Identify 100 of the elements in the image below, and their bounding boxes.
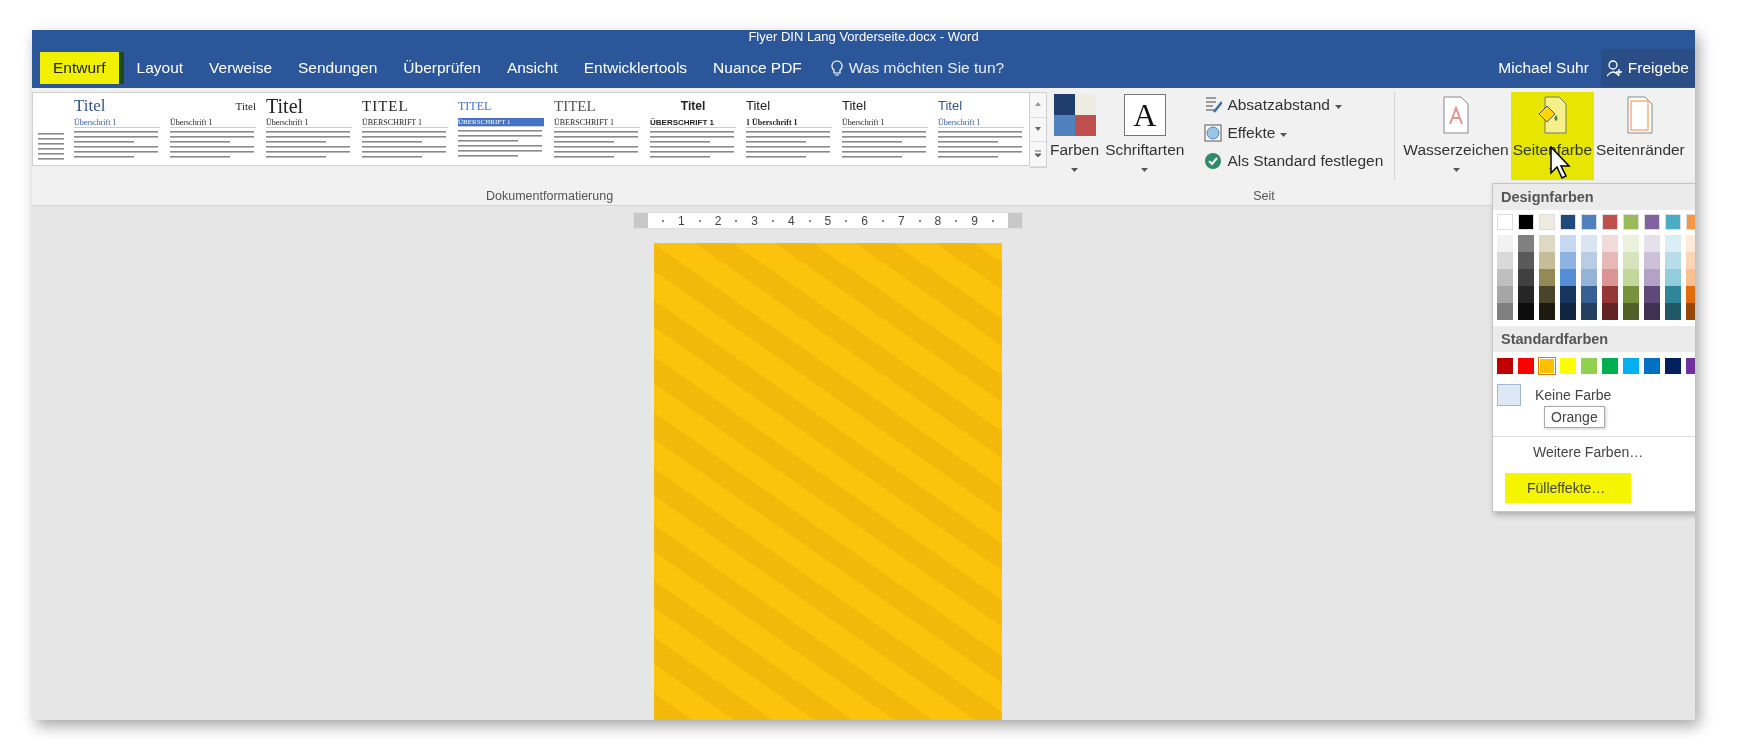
color-swatch[interactable] [1623,358,1639,374]
menu-item[interactable]: Weitere Farben… [1493,437,1648,467]
color-swatch[interactable] [1623,252,1639,269]
color-swatch[interactable] [1644,235,1660,252]
color-swatch[interactable] [1665,286,1681,303]
color-swatch[interactable] [1497,358,1513,374]
thumbnail-title: Titel [938,97,964,115]
color-swatch[interactable] [1539,286,1555,303]
color-swatch[interactable] [1665,235,1681,252]
color-swatch[interactable] [1665,269,1681,286]
color-swatch[interactable] [1581,214,1597,230]
color-swatch[interactable] [1497,303,1513,320]
ruler-number: 9 [971,213,978,228]
color-scheme-icon [1053,94,1096,136]
color-swatch[interactable] [1623,286,1639,303]
ribbon-option[interactable]: Effekte [1201,120,1387,146]
ribbon-tab[interactable]: Sendungen [285,52,391,84]
color-swatch[interactable] [1623,214,1639,230]
color-swatch[interactable] [1602,269,1618,286]
more-icon [1034,150,1042,159]
color-swatch[interactable] [1560,214,1576,230]
thumbnail-heading: Überschrift 1 [938,118,1024,128]
fonts-button[interactable]: A Schriftarten [1102,92,1188,180]
color-swatch[interactable] [1518,214,1534,230]
color-swatch[interactable] [1602,214,1618,230]
color-swatch[interactable] [1644,252,1660,269]
color-swatch[interactable] [1644,214,1660,230]
ruler[interactable]: 1 2 3 4 5 6 7 8 9 [633,212,1023,229]
color-swatch[interactable] [1518,235,1534,252]
color-swatch[interactable] [1581,235,1597,252]
ribbon-tab[interactable]: Entwurf [40,52,124,84]
color-swatch[interactable] [1539,235,1555,252]
color-swatch[interactable] [1644,286,1660,303]
color-swatch[interactable] [1665,252,1681,269]
ribbon-tab[interactable]: Ansicht [493,52,571,84]
color-swatch[interactable] [1665,358,1681,374]
color-swatch[interactable] [1497,269,1513,286]
color-swatch[interactable] [1623,235,1639,252]
thumbnail-heading: Überschrift 1 [170,118,256,128]
color-swatch[interactable] [1581,252,1597,269]
ribbon-tab[interactable]: Überprüfen [390,52,494,84]
group-label: Dokumentformatierung [486,189,614,203]
color-swatch[interactable] [1518,269,1534,286]
color-swatch[interactable] [1581,286,1597,303]
ribbon-option[interactable]: Absatzabstand [1201,92,1387,118]
color-swatch[interactable] [1560,252,1576,269]
thumbnail-heading: Überschrift 1 [266,118,352,128]
color-swatch[interactable] [1560,235,1576,252]
color-swatch[interactable] [1644,303,1660,320]
color-swatch[interactable] [1560,286,1576,303]
color-swatch[interactable] [1602,358,1618,374]
color-swatch[interactable] [1623,303,1639,320]
color-swatch[interactable] [1560,358,1576,374]
color-swatch[interactable] [1539,269,1555,286]
thumbnail-title: Titel [679,98,707,115]
menu-item[interactable]: Fülleffekte… [1505,473,1632,503]
color-swatch[interactable] [1497,235,1513,252]
user-name: Michael Suhr [1498,59,1589,77]
color-swatch[interactable] [1560,269,1576,286]
color-swatch[interactable] [1581,269,1597,286]
ribbon-option[interactable]: Als Standard festlegen [1201,148,1387,174]
color-swatch[interactable] [1497,286,1513,303]
thumbnail-title: Titel [74,97,107,115]
ribbon-tab[interactable]: Layout [123,52,197,84]
color-swatch[interactable] [1581,358,1597,374]
watermark-button[interactable]: Wasserzeichen [1401,92,1511,180]
caret-icon [1071,168,1079,172]
color-swatch[interactable] [1539,214,1555,230]
menu-heading: Standardfarben [1493,326,1695,352]
ribbon-tab[interactable]: Nuance PDF [700,52,815,84]
color-swatch[interactable] [1602,303,1618,320]
tell-me-search[interactable]: Was möchten Sie tun? [824,58,1011,78]
color-swatch[interactable] [1644,358,1660,374]
color-swatch[interactable] [1560,303,1576,320]
color-swatch[interactable] [1665,214,1681,230]
color-swatch[interactable] [1539,252,1555,269]
color-swatch[interactable] [1497,214,1513,230]
thumbnail-heading: Überschrift 1 [842,118,928,128]
color-swatch[interactable] [1602,286,1618,303]
color-swatch[interactable] [1623,269,1639,286]
color-swatch[interactable] [1518,252,1534,269]
share-button[interactable]: Freigebe [1600,49,1695,87]
colors-button[interactable]: Farben [1047,92,1103,180]
color-swatch[interactable] [1539,303,1555,320]
ribbon-tab[interactable]: Entwicklertools [570,52,701,84]
color-swatch[interactable] [1518,286,1534,303]
no-color-swatch[interactable] [1497,384,1521,406]
color-swatch[interactable] [1602,235,1618,252]
color-swatch[interactable] [1644,269,1660,286]
ruler-number: 4 [787,213,795,228]
page-borders-button[interactable]: Seitenränder [1594,92,1687,180]
color-swatch[interactable] [1518,303,1534,320]
color-swatch[interactable] [1497,252,1513,269]
ruler-number: 6 [861,213,868,228]
color-swatch[interactable] [1665,303,1681,320]
color-swatch[interactable] [1602,252,1618,269]
color-swatch[interactable] [1518,358,1534,374]
ribbon-tab[interactable]: Verweise [196,52,285,84]
color-swatch[interactable] [1581,303,1597,320]
thumbnail-title: Titel [266,97,305,115]
